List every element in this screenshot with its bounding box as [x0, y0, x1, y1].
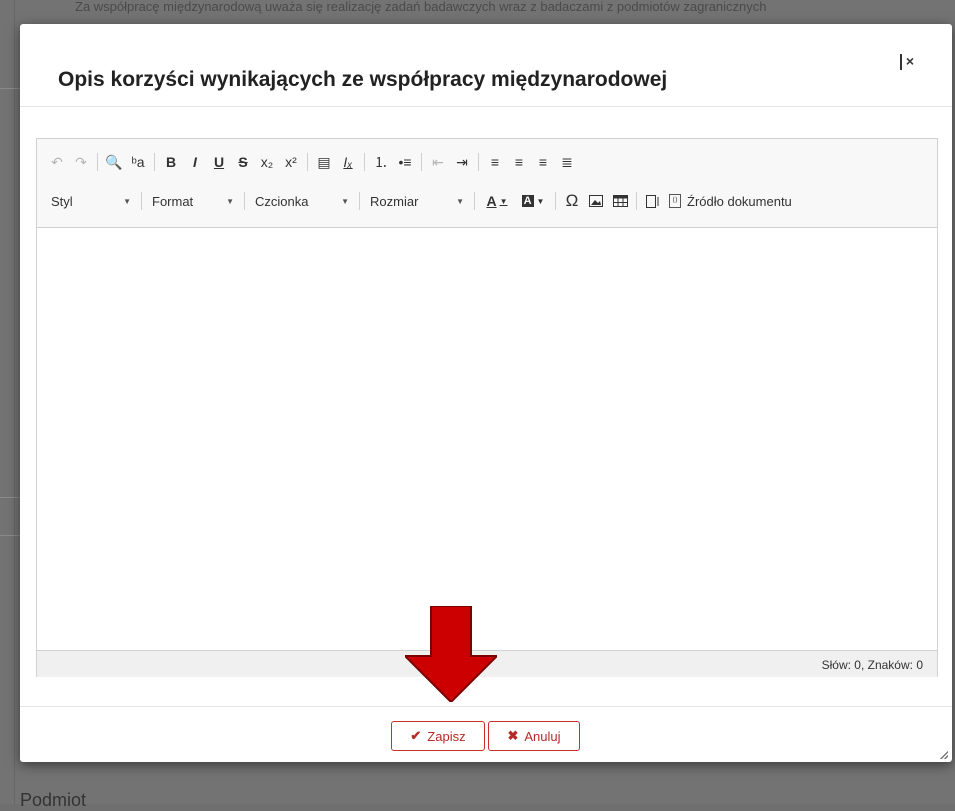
chevron-down-icon: ▼ [341, 196, 349, 206]
size-dropdown-label: Rozmiar [370, 193, 419, 209]
italic-icon[interactable]: I [183, 151, 207, 173]
word-count: Słów: 0, Znaków: 0 [821, 658, 923, 672]
toolbar-separator [359, 192, 360, 210]
numbered-list-icon[interactable]: ⒈ [369, 151, 393, 173]
show-blocks-icon[interactable] [641, 190, 665, 212]
modal-title: Opis korzyści wynikających ze współpracy… [58, 68, 668, 91]
undo-icon[interactable]: ↶ [45, 151, 69, 173]
close-icon[interactable]: × [900, 54, 918, 70]
format-dropdown[interactable]: Format ▼ [146, 190, 240, 212]
editor-content-area[interactable] [37, 228, 937, 650]
style-dropdown[interactable]: Styl ▼ [45, 190, 137, 212]
modal-footer: ✔ Zapisz ✖ Anuluj [20, 706, 952, 763]
subscript-icon[interactable]: x₂ [255, 151, 279, 173]
copy-format-icon[interactable]: ▤ [312, 151, 336, 173]
align-left-icon[interactable]: ≡ [483, 151, 507, 173]
special-character-icon[interactable]: Ω [560, 190, 584, 212]
background-top-text: Za współpracę międzynarodową uważa się r… [75, 0, 767, 14]
size-dropdown[interactable]: Rozmiar ▼ [364, 190, 470, 212]
chevron-down-icon: ▼ [123, 196, 131, 206]
table-icon[interactable] [608, 190, 632, 212]
toolbar-separator [421, 153, 422, 171]
font-dropdown-label: Czcionka [255, 193, 309, 209]
red-arrow-annotation [405, 606, 497, 702]
indent-icon[interactable]: ⇥ [450, 151, 474, 173]
toolbar-separator [478, 153, 479, 171]
replace-icon[interactable]: ᵇa [126, 151, 150, 173]
background-rule [0, 497, 20, 498]
outdent-icon[interactable]: ⇤ [426, 151, 450, 173]
strikethrough-icon[interactable]: S [231, 151, 255, 173]
find-icon[interactable]: 🔍 [102, 151, 126, 173]
toolbar-separator [141, 192, 142, 210]
rich-text-editor: ↶ ↷ 🔍 ᵇa B I U Sx₂ x² ▤ Iₓ ⒈ •≡ ⇤ ⇥ ≡ ≡ ≡ ≣ Styl ▼ Format … [36, 138, 938, 677]
toolbar-separator [555, 192, 556, 210]
format-dropdown-label: Format [152, 193, 194, 209]
toolbar-separator [364, 153, 365, 171]
image-icon[interactable] [584, 190, 608, 212]
toolbar-separator [307, 153, 308, 171]
checkmark-icon: ✔ [410, 728, 422, 743]
toolbar-separator [244, 192, 245, 210]
source-button[interactable]: ⟨⟩ Źródło dokumentu [665, 194, 796, 209]
toolbar-separator [474, 192, 475, 210]
bulleted-list-icon[interactable]: •≡ [393, 151, 417, 173]
toolbar-separator [636, 192, 637, 210]
text-color-icon[interactable]: A ▼ [479, 190, 515, 212]
cancel-button[interactable]: ✖ Anuluj [488, 721, 580, 751]
save-button[interactable]: ✔ Zapisz [391, 721, 485, 751]
background-color-icon[interactable]: A ▼ [515, 190, 551, 212]
background-rule [0, 88, 20, 89]
toolbar-separator [97, 153, 98, 171]
redo-icon[interactable]: ↷ [69, 151, 93, 173]
font-dropdown[interactable]: Czcionka ▼ [249, 190, 355, 212]
chevron-down-icon: ▼ [456, 196, 464, 206]
background-divider [14, 0, 15, 804]
remove-format-icon[interactable]: Iₓ [336, 151, 360, 173]
save-button-label: Zapisz [427, 728, 466, 744]
align-center-icon[interactable]: ≡ [507, 151, 531, 173]
align-justify-icon[interactable]: ≣ [555, 151, 579, 173]
resize-handle[interactable] [940, 751, 948, 759]
source-icon: ⟨⟩ [669, 194, 681, 208]
toolbar-row-styles: Styl ▼ Format ▼ Czcionka ▼ Rozmiar ▼ A ▼… [45, 188, 796, 214]
bold-icon[interactable]: B [159, 151, 183, 173]
editor-toolbar: ↶ ↷ 🔍 ᵇa B I U Sx₂ x² ▤ Iₓ ⒈ •≡ ⇤ ⇥ ≡ ≡ ≡ ≣ Styl ▼ Format … [37, 139, 937, 228]
chevron-down-icon: ▼ [226, 196, 234, 206]
modal-header: Opis korzyści wynikających ze współpracy… [20, 24, 952, 107]
cross-icon: ✖ [507, 728, 519, 743]
background-bottom-text: Podmiot [20, 790, 87, 810]
cancel-button-label: Anuluj [524, 728, 561, 744]
background-rule [0, 535, 20, 536]
superscript-icon[interactable]: x² [279, 151, 303, 173]
underline-icon[interactable]: U [207, 151, 231, 173]
toolbar-row-formatting: ↶ ↷ 🔍 ᵇa B I U Sx₂ x² ▤ Iₓ ⒈ •≡ ⇤ ⇥ ≡ ≡ ≡ ≣ [45, 149, 579, 175]
source-button-label: Źródło dokumentu [687, 193, 792, 209]
align-right-icon[interactable]: ≡ [531, 151, 555, 173]
toolbar-separator [154, 153, 155, 171]
style-dropdown-label: Styl [51, 193, 73, 209]
